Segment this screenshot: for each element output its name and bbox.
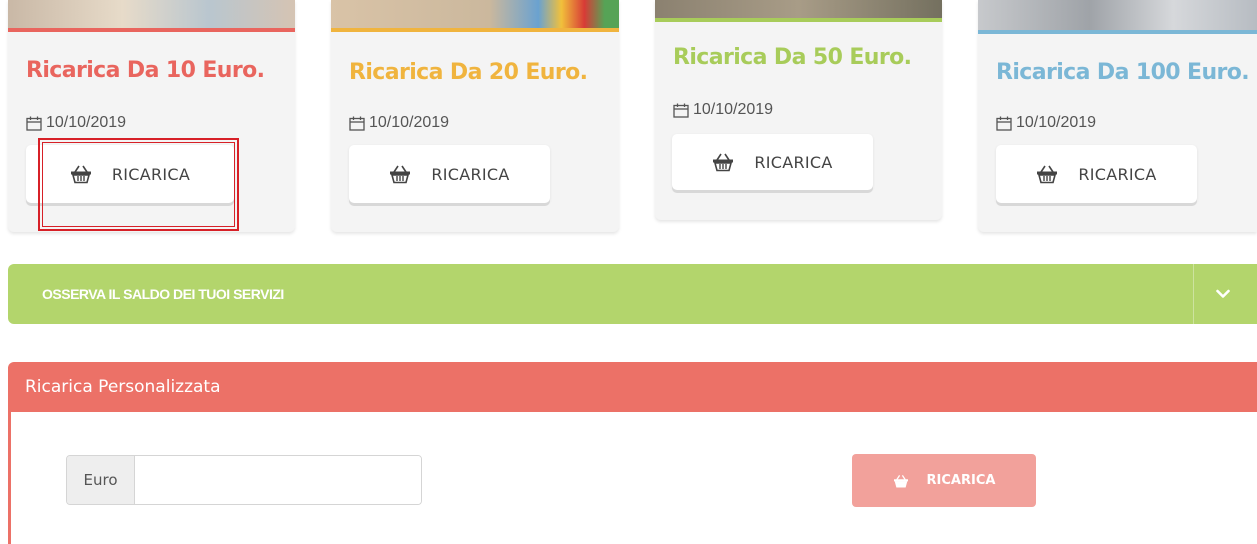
recharge-card-100: Ricarica Da 100 Euro. 10/10/2019 RICARIC… <box>978 0 1257 232</box>
recharge-button[interactable]: RICARICA <box>672 134 873 190</box>
accordion-title: OSSERVA IL SALDO DEI TUOI SERVIZI <box>42 286 284 302</box>
basket-icon <box>390 165 411 184</box>
accordion-toggle[interactable] <box>1208 282 1238 306</box>
recharge-button-label: RICARICA <box>431 164 510 184</box>
recharge-button[interactable]: RICARICA <box>996 145 1197 203</box>
calendar-icon <box>26 116 42 131</box>
card-title: Ricarica Da 50 Euro. <box>673 45 912 70</box>
calendar-icon <box>673 103 689 118</box>
card-accent-stripe <box>655 18 942 22</box>
card-date: 10/10/2019 <box>26 114 126 132</box>
recharge-card-50: Ricarica Da 50 Euro. 10/10/2019 RICARICA <box>655 0 942 220</box>
custom-recharge-button-label: RICARICA <box>926 473 996 488</box>
euro-addon: Euro <box>67 456 135 504</box>
card-accent-stripe <box>8 28 295 32</box>
card-date: 10/10/2019 <box>996 114 1096 132</box>
card-title: Ricarica Da 10 Euro. <box>26 58 265 83</box>
recharge-button[interactable]: RICARICA <box>349 145 550 203</box>
card-date-text: 10/10/2019 <box>46 114 127 131</box>
card-title: Ricarica Da 100 Euro. <box>996 60 1250 85</box>
card-date-text: 10/10/2019 <box>693 101 774 118</box>
euro-input-group: Euro <box>66 455 422 505</box>
card-date-text: 10/10/2019 <box>369 114 450 131</box>
recharge-button-label: RICARICA <box>754 152 833 172</box>
custom-recharge-button[interactable]: RICARICA <box>852 454 1036 507</box>
card-date: 10/10/2019 <box>673 101 773 119</box>
card-title: Ricarica Da 20 Euro. <box>349 60 588 85</box>
basket-icon <box>1037 165 1058 184</box>
card-date-text: 10/10/2019 <box>1016 114 1097 131</box>
custom-recharge-title: Ricarica Personalizzata <box>25 377 221 397</box>
basket-icon <box>893 474 908 488</box>
chevron-down-icon <box>1216 289 1230 298</box>
highlight-box <box>38 138 239 231</box>
card-image <box>331 0 619 28</box>
recharge-card-20: Ricarica Da 20 Euro. 10/10/2019 RICARICA <box>331 0 619 232</box>
card-image <box>8 0 295 28</box>
accordion-divider <box>1193 264 1194 324</box>
card-accent-stripe <box>978 30 1257 34</box>
recharge-button-label: RICARICA <box>1078 164 1157 184</box>
custom-recharge-header: Ricarica Personalizzata <box>8 362 1257 412</box>
services-accordion[interactable]: OSSERVA IL SALDO DEI TUOI SERVIZI <box>8 264 1257 324</box>
euro-amount-input[interactable] <box>135 456 421 504</box>
card-accent-stripe <box>331 28 619 32</box>
calendar-icon <box>349 116 365 131</box>
basket-icon <box>713 153 734 172</box>
card-date: 10/10/2019 <box>349 114 449 132</box>
card-image <box>978 0 1257 30</box>
calendar-icon <box>996 116 1012 131</box>
card-image <box>655 0 942 18</box>
